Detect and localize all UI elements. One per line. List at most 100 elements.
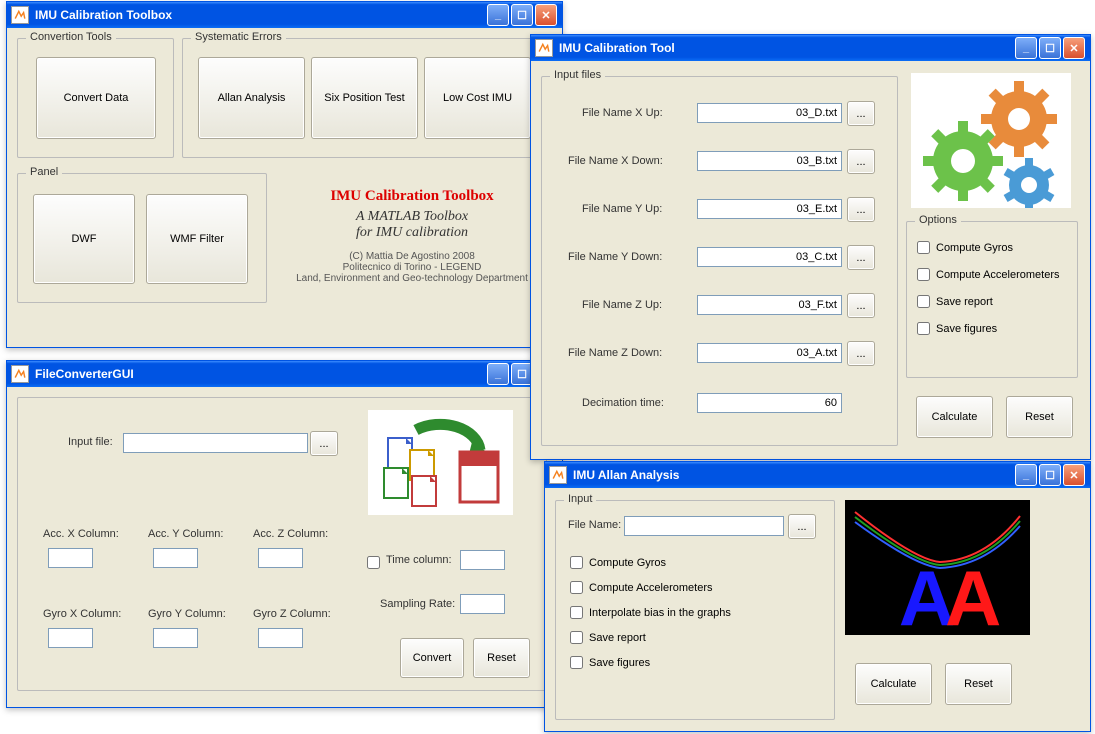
- convert-data-button[interactable]: Convert Data: [36, 57, 156, 139]
- credit-text: Politecnico di Torino - LEGEND: [277, 262, 547, 273]
- group-conversion-tools: Convertion Tools Convert Data: [17, 38, 174, 158]
- reset-button[interactable]: Reset: [945, 663, 1012, 705]
- yup-field[interactable]: [697, 199, 842, 219]
- save-figures-checkbox[interactable]: [917, 322, 930, 335]
- calculate-button[interactable]: Calculate: [916, 396, 993, 438]
- save-report-checkbox[interactable]: [917, 295, 930, 308]
- reset-button[interactable]: Reset: [473, 638, 530, 678]
- accx-label: Acc. X Column:: [43, 528, 119, 540]
- browse-button[interactable]: ...: [310, 431, 338, 456]
- subtitle-text: for IMU calibration: [277, 225, 547, 241]
- accy-field[interactable]: [153, 548, 198, 568]
- close-button[interactable]: ✕: [1063, 464, 1085, 486]
- zup-field[interactable]: [697, 295, 842, 315]
- minimize-button[interactable]: _: [487, 363, 509, 385]
- checkbox-label: Compute Accelerometers: [589, 582, 713, 594]
- window-imu-calibration-tool: IMU Calibration Tool _ ☐ ✕ Input files F…: [530, 34, 1091, 460]
- svg-text:A: A: [945, 554, 1001, 635]
- close-button[interactable]: ✕: [535, 4, 557, 26]
- titlebar[interactable]: IMU Calibration Toolbox _ ☐ ✕: [7, 2, 562, 28]
- group-legend: Options: [915, 214, 961, 226]
- gyroy-label: Gyro Y Column:: [148, 608, 226, 620]
- checkbox-label: Save figures: [589, 657, 650, 669]
- browse-button[interactable]: ...: [847, 245, 875, 270]
- maximize-button[interactable]: ☐: [1039, 37, 1061, 59]
- calculate-button[interactable]: Calculate: [855, 663, 932, 705]
- group-options: Options Compute Gyros Compute Accelerome…: [906, 221, 1078, 378]
- gears-graphic: [911, 73, 1071, 208]
- gyroz-field[interactable]: [258, 628, 303, 648]
- group-panel: Panel DWF WMF Filter: [17, 173, 267, 303]
- file-convert-graphic: [368, 410, 513, 515]
- compute-accel-checkbox[interactable]: [570, 581, 583, 594]
- window-title: IMU Allan Analysis: [573, 468, 679, 482]
- input-file-field[interactable]: [123, 433, 308, 453]
- window-imu-allan-analysis: IMU Allan Analysis _ ☐ ✕ Input File Name…: [544, 461, 1091, 732]
- save-report-checkbox[interactable]: [570, 631, 583, 644]
- browse-button[interactable]: ...: [847, 101, 875, 126]
- window-imu-calibration-toolbox: IMU Calibration Toolbox _ ☐ ✕ Convertion…: [6, 1, 563, 348]
- ydown-field[interactable]: [697, 247, 842, 267]
- group-legend: Panel: [26, 166, 62, 178]
- save-figures-checkbox[interactable]: [570, 656, 583, 669]
- group-input: Input File Name: ... Compute Gyros Compu…: [555, 500, 835, 720]
- zup-label: File Name Z Up:: [582, 299, 662, 311]
- matlab-icon: [549, 466, 567, 484]
- interpolate-bias-checkbox[interactable]: [570, 606, 583, 619]
- zdown-label: File Name Z Down:: [568, 347, 662, 359]
- sampling-field[interactable]: [460, 594, 505, 614]
- titlebar[interactable]: IMU Allan Analysis _ ☐ ✕: [545, 462, 1090, 488]
- ydown-label: File Name Y Down:: [568, 251, 662, 263]
- credit-text: Land, Environment and Geo-technology Dep…: [277, 273, 547, 284]
- titlebar[interactable]: IMU Calibration Tool _ ☐ ✕: [531, 35, 1090, 61]
- group-input-files: Input files File Name X Up: ... File Nam…: [541, 76, 898, 446]
- input-file-label: Input file:: [68, 436, 113, 448]
- file-name-label: File Name:: [568, 519, 621, 531]
- browse-button[interactable]: ...: [847, 293, 875, 318]
- maximize-button[interactable]: ☐: [1039, 464, 1061, 486]
- close-button[interactable]: ✕: [1063, 37, 1085, 59]
- compute-gyros-checkbox[interactable]: [570, 556, 583, 569]
- maximize-button[interactable]: ☐: [511, 4, 533, 26]
- file-name-field[interactable]: [624, 516, 784, 536]
- checkbox-label: Interpolate bias in the graphs: [589, 607, 731, 619]
- browse-button[interactable]: ...: [847, 341, 875, 366]
- low-cost-imu-button[interactable]: Low Cost IMU: [424, 57, 531, 139]
- xdown-field[interactable]: [697, 151, 842, 171]
- checkbox-label: Compute Gyros: [589, 557, 666, 569]
- timecol-field[interactable]: [460, 550, 505, 570]
- allan-analysis-button[interactable]: Allan Analysis: [198, 57, 305, 139]
- accx-field[interactable]: [48, 548, 93, 568]
- matlab-icon: [535, 39, 553, 57]
- minimize-button[interactable]: _: [487, 4, 509, 26]
- browse-button[interactable]: ...: [847, 149, 875, 174]
- group-legend: Input files: [550, 69, 605, 81]
- titlebar[interactable]: FileConverterGUI _ ☐ ✕: [7, 361, 562, 387]
- minimize-button[interactable]: _: [1015, 37, 1037, 59]
- time-column-checkbox[interactable]: [367, 556, 380, 569]
- minimize-button[interactable]: _: [1015, 464, 1037, 486]
- six-position-test-button[interactable]: Six Position Test: [311, 57, 418, 139]
- dwf-button[interactable]: DWF: [33, 194, 135, 284]
- gyroy-field[interactable]: [153, 628, 198, 648]
- browse-button[interactable]: ...: [847, 197, 875, 222]
- reset-button[interactable]: Reset: [1006, 396, 1073, 438]
- accz-field[interactable]: [258, 548, 303, 568]
- gyroz-label: Gyro Z Column:: [253, 608, 331, 620]
- convert-button[interactable]: Convert: [400, 638, 464, 678]
- zdown-field[interactable]: [697, 343, 842, 363]
- sampling-label: Sampling Rate:: [380, 598, 455, 610]
- wmf-filter-button[interactable]: WMF Filter: [146, 194, 248, 284]
- decim-field[interactable]: [697, 393, 842, 413]
- compute-accel-checkbox[interactable]: [917, 268, 930, 281]
- allan-logo-graphic: A A: [845, 500, 1030, 635]
- xup-label: File Name X Up:: [582, 107, 663, 119]
- timecol-label: Time column:: [386, 554, 452, 566]
- xdown-label: File Name X Down:: [568, 155, 663, 167]
- xup-field[interactable]: [697, 103, 842, 123]
- compute-gyros-checkbox[interactable]: [917, 241, 930, 254]
- gyrox-label: Gyro X Column:: [43, 608, 121, 620]
- subtitle-text: A MATLAB Toolbox: [277, 209, 547, 225]
- gyrox-field[interactable]: [48, 628, 93, 648]
- browse-button[interactable]: ...: [788, 514, 816, 539]
